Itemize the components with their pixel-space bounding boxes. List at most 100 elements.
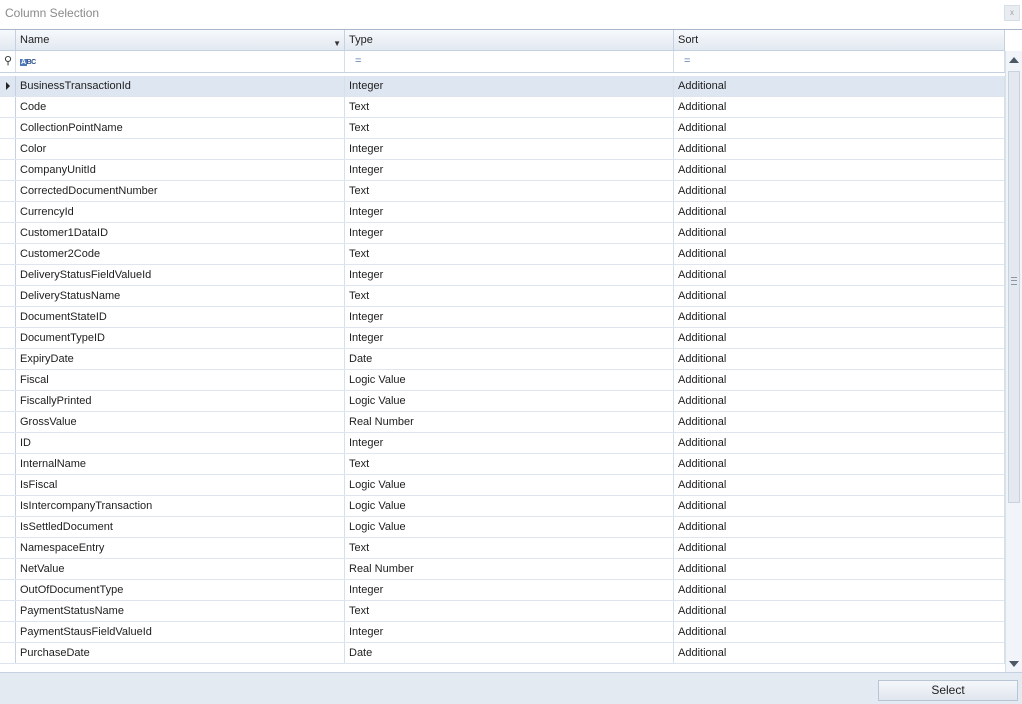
- row-indicator[interactable]: [0, 160, 16, 180]
- table-row[interactable]: ID Integer Additional: [0, 433, 1005, 454]
- cell-sort[interactable]: Additional: [674, 328, 1005, 348]
- row-indicator[interactable]: [0, 622, 16, 642]
- row-indicator[interactable]: [0, 349, 16, 369]
- table-row[interactable]: InternalName Text Additional: [0, 454, 1005, 475]
- scroll-down-arrow-icon[interactable]: [1009, 661, 1019, 667]
- table-row[interactable]: PaymentStatusName Text Additional: [0, 601, 1005, 622]
- table-row[interactable]: PurchaseDate Date Additional: [0, 643, 1005, 664]
- cell-sort[interactable]: Additional: [674, 643, 1005, 663]
- table-row[interactable]: DeliveryStatusName Text Additional: [0, 286, 1005, 307]
- cell-name[interactable]: CollectionPointName: [16, 118, 345, 138]
- cell-name[interactable]: GrossValue: [16, 412, 345, 432]
- cell-sort[interactable]: Additional: [674, 118, 1005, 138]
- cell-sort[interactable]: Additional: [674, 622, 1005, 642]
- cell-type[interactable]: Logic Value: [345, 517, 674, 537]
- row-indicator[interactable]: [0, 517, 16, 537]
- table-row[interactable]: Code Text Additional: [0, 97, 1005, 118]
- row-indicator[interactable]: [0, 370, 16, 390]
- table-row[interactable]: Customer1DataID Integer Additional: [0, 223, 1005, 244]
- table-row[interactable]: IsIntercompanyTransaction Logic Value Addi…: [0, 496, 1005, 517]
- table-row[interactable]: ExpiryDate Date Additional: [0, 349, 1005, 370]
- cell-sort[interactable]: Additional: [674, 139, 1005, 159]
- cell-name[interactable]: DeliveryStatusFieldValueId: [16, 265, 345, 285]
- cell-sort[interactable]: Additional: [674, 181, 1005, 201]
- row-indicator[interactable]: [0, 580, 16, 600]
- cell-type[interactable]: Date: [345, 349, 674, 369]
- cell-name[interactable]: DeliveryStatusName: [16, 286, 345, 306]
- cell-type[interactable]: Integer: [345, 580, 674, 600]
- cell-sort[interactable]: Additional: [674, 97, 1005, 117]
- row-indicator[interactable]: [0, 601, 16, 621]
- cell-type[interactable]: Integer: [345, 160, 674, 180]
- table-row[interactable]: FiscallyPrinted Logic Value Additional: [0, 391, 1005, 412]
- cell-sort[interactable]: Additional: [674, 601, 1005, 621]
- cell-type[interactable]: Text: [345, 538, 674, 558]
- cell-name[interactable]: CurrencyId: [16, 202, 345, 222]
- row-indicator[interactable]: [0, 328, 16, 348]
- row-indicator[interactable]: [0, 202, 16, 222]
- row-indicator[interactable]: [0, 181, 16, 201]
- cell-type[interactable]: Integer: [345, 328, 674, 348]
- cell-name[interactable]: IsIntercompanyTransaction: [16, 496, 345, 516]
- cell-type[interactable]: Integer: [345, 223, 674, 243]
- cell-sort[interactable]: Additional: [674, 349, 1005, 369]
- row-indicator[interactable]: [0, 538, 16, 558]
- cell-type[interactable]: Integer: [345, 307, 674, 327]
- scroll-up-arrow-icon[interactable]: [1009, 57, 1019, 63]
- cell-sort[interactable]: Additional: [674, 370, 1005, 390]
- table-row[interactable]: DocumentTypeID Integer Additional: [0, 328, 1005, 349]
- cell-name[interactable]: DocumentTypeID: [16, 328, 345, 348]
- cell-type[interactable]: Logic Value: [345, 475, 674, 495]
- cell-name[interactable]: CorrectedDocumentNumber: [16, 181, 345, 201]
- cell-name[interactable]: Customer2Code: [16, 244, 345, 264]
- table-row[interactable]: CompanyUnitId Integer Additional: [0, 160, 1005, 181]
- cell-name[interactable]: NamespaceEntry: [16, 538, 345, 558]
- equals-icon[interactable]: =: [680, 55, 690, 67]
- cell-sort[interactable]: Additional: [674, 76, 1005, 96]
- table-row[interactable]: DeliveryStatusFieldValueId Integer Additio…: [0, 265, 1005, 286]
- table-row[interactable]: CollectionPointName Text Additional: [0, 118, 1005, 139]
- row-indicator[interactable]: [0, 118, 16, 138]
- cell-name[interactable]: Customer1DataID: [16, 223, 345, 243]
- cell-sort[interactable]: Additional: [674, 517, 1005, 537]
- abc-filter-icon[interactable]: ABC: [20, 52, 36, 73]
- cell-type[interactable]: Integer: [345, 76, 674, 96]
- table-row[interactable]: IsSettledDocument Logic Value Additional: [0, 517, 1005, 538]
- cell-sort[interactable]: Additional: [674, 433, 1005, 453]
- cell-type[interactable]: Integer: [345, 433, 674, 453]
- row-indicator[interactable]: [0, 97, 16, 117]
- cell-type[interactable]: Text: [345, 97, 674, 117]
- cell-name[interactable]: Color: [16, 139, 345, 159]
- cell-sort[interactable]: Additional: [674, 286, 1005, 306]
- filter-cell-type[interactable]: =: [345, 51, 674, 72]
- table-row[interactable]: CorrectedDocumentNumber Text Additional: [0, 181, 1005, 202]
- row-indicator[interactable]: [0, 286, 16, 306]
- close-button[interactable]: x: [1004, 5, 1020, 21]
- cell-type[interactable]: Text: [345, 244, 674, 264]
- table-row[interactable]: GrossValue Real Number Additional: [0, 412, 1005, 433]
- cell-type[interactable]: Date: [345, 643, 674, 663]
- table-row[interactable]: Fiscal Logic Value Additional: [0, 370, 1005, 391]
- cell-name[interactable]: Fiscal: [16, 370, 345, 390]
- cell-type[interactable]: Text: [345, 286, 674, 306]
- cell-type[interactable]: Integer: [345, 139, 674, 159]
- cell-name[interactable]: PaymentStatusName: [16, 601, 345, 621]
- cell-sort[interactable]: Additional: [674, 559, 1005, 579]
- table-row[interactable]: CurrencyId Integer Additional: [0, 202, 1005, 223]
- cell-type[interactable]: Integer: [345, 265, 674, 285]
- row-indicator[interactable]: [0, 496, 16, 516]
- table-row[interactable]: PaymentStausFieldValueId Integer Additiona…: [0, 622, 1005, 643]
- vertical-scrollbar[interactable]: [1005, 51, 1022, 672]
- scroll-thumb[interactable]: [1008, 71, 1020, 503]
- table-row[interactable]: Customer2Code Text Additional: [0, 244, 1005, 265]
- cell-name[interactable]: ExpiryDate: [16, 349, 345, 369]
- cell-sort[interactable]: Additional: [674, 307, 1005, 327]
- cell-type[interactable]: Logic Value: [345, 496, 674, 516]
- cell-type[interactable]: Real Number: [345, 559, 674, 579]
- column-header-sort[interactable]: Sort: [674, 30, 1005, 50]
- row-indicator[interactable]: [0, 412, 16, 432]
- cell-type[interactable]: Text: [345, 181, 674, 201]
- cell-name[interactable]: OutOfDocumentType: [16, 580, 345, 600]
- cell-type[interactable]: Logic Value: [345, 391, 674, 411]
- cell-type[interactable]: Real Number: [345, 412, 674, 432]
